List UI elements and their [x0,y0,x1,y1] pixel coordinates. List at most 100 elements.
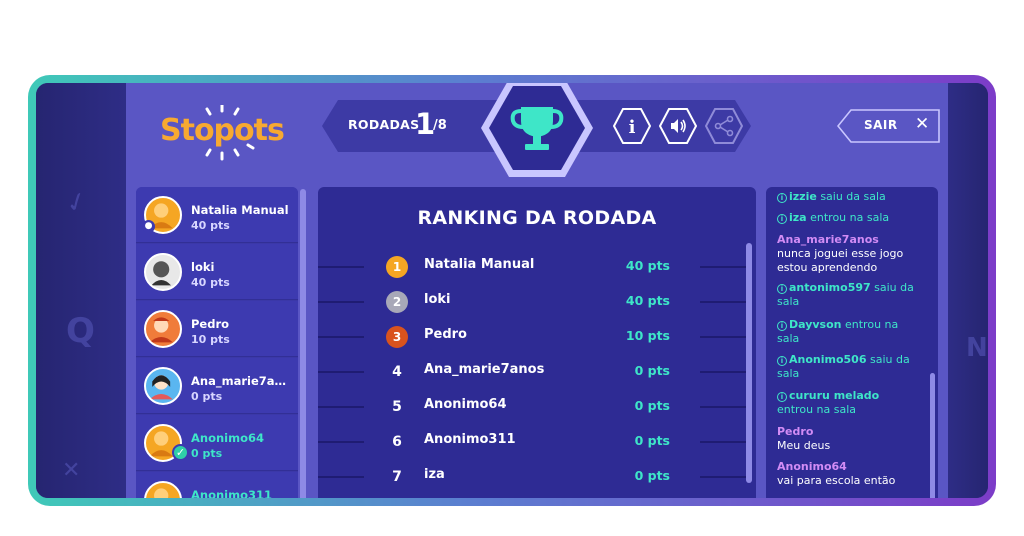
player-points: 40 pts [191,276,230,289]
background-right: N [948,83,988,498]
ranking-row: 1 Natalia Manual 40 pts [318,252,756,282]
chat-author: Ana_marie7anos [777,233,879,246]
rank-player-points: 10 pts [625,328,670,343]
ranking-row: 7 iza 0 pts [318,462,756,492]
logo-text: Stopots [160,113,285,148]
round-ranking-panel: RANKING DA RODADA 1 Natalia Manual 40 pts 2… [318,187,756,498]
rank-player-points: 0 pts [634,468,670,483]
check-decoration-icon: ✓ [61,185,93,221]
row-divider [700,476,746,478]
row-divider [700,266,746,268]
row-divider [700,371,746,373]
chat-system-message: i Anonimo506 saiu da sala [777,353,910,380]
rank-player-points: 40 pts [625,293,670,308]
info-button[interactable]: i [612,107,652,145]
player-name: Pedro [191,317,230,331]
chat-system-message: i cururu melado entrou na sala [777,389,880,416]
chat-system-message: i iza entrou na sala [777,211,917,225]
chat-text: nunca joguei esse jogo estou aprendendo [777,247,904,274]
user-icon: ● [142,220,155,233]
chat-system-message: i antonimo597 saiu da sala [777,281,914,308]
player-item[interactable]: ● Natalia Manual 40 pts [136,187,298,243]
top-bar: Stopots RODADAS 1 /8 i SAIR ✕ [126,83,948,178]
row-divider [700,336,746,338]
rank-player-name: loki [424,292,451,307]
info-icon: i [612,108,652,144]
row-divider [700,441,746,443]
player-list-scrollbar[interactable] [300,189,306,498]
background-left: ✓ Q ✕ [36,83,126,498]
rank-position: 5 [392,399,402,415]
rank-player-name: Anonimo311 [424,432,516,447]
rank-position: 7 [392,469,402,485]
player-name: loki [191,260,215,274]
player-points: 0 pts [191,390,223,403]
row-divider [700,301,746,303]
player-item[interactable]: Anonimo311 [136,472,298,498]
rounds-label: RODADAS [348,117,420,132]
row-divider [318,371,364,373]
close-icon[interactable]: ✕ [915,114,929,134]
chat-author: Anonimo64 [777,460,847,473]
chat-message: Ana_marie7anos nunca joguei esse jogo est… [777,233,917,275]
exit-label: SAIR [864,118,898,132]
sound-icon [658,108,698,144]
player-item[interactable]: loki 40 pts [136,244,298,300]
x-decoration-icon: ✕ [62,458,81,483]
rounds-total: /8 [433,118,447,133]
info-icon: i [777,321,787,331]
info-icon: i [777,214,787,224]
row-divider [318,441,364,443]
chat-message: Anonimo64 vai para escola então [777,460,917,488]
letter-decoration-icon: N [966,333,988,363]
player-points: 0 pts [191,447,223,460]
player-item-current[interactable]: ✓ Anonimo64 0 pts [136,415,298,471]
info-icon: i [777,193,787,203]
rank-position: 4 [392,364,402,380]
avatar [144,253,182,291]
game-screen: ✓ Q ✕ N Stopots RODADAS 1 /8 i SAIR ✕ ● … [36,83,988,498]
player-name: Ana_marie7a… [191,374,287,388]
rank-player-name: Natalia Manual [424,257,535,272]
trophy-badge [479,83,595,179]
player-item[interactable]: Ana_marie7a… 0 pts [136,358,298,414]
chat-author: Pedro [777,425,814,438]
player-points: 40 pts [191,219,230,232]
row-divider [318,301,364,303]
rank-player-name: Ana_marie7anos [424,362,545,377]
trophy-icon [481,83,593,177]
rank-player-name: iza [424,467,445,482]
info-icon: i [777,392,787,402]
chat-scrollbar[interactable] [930,373,935,498]
rank-player-name: Pedro [424,327,467,342]
medal-icon: 2 [386,291,408,313]
medal-icon: 3 [386,326,408,348]
ranking-row: 2 loki 40 pts [318,287,756,317]
rank-player-points: 0 pts [634,398,670,413]
ranking-scrollbar[interactable] [746,243,752,483]
player-name: Anonimo64 [191,431,265,445]
ranking-row: 3 Pedro 10 pts [318,322,756,352]
ranking-row: 5 Anonimo64 0 pts [318,392,756,422]
player-item[interactable]: Pedro 10 pts [136,301,298,357]
info-icon: i [777,356,787,366]
row-divider [318,266,364,268]
avatar [144,367,182,405]
player-name: Anonimo311 [191,488,273,498]
info-icon: i [777,284,787,294]
share-icon [704,108,744,144]
check-icon: ✓ [172,444,189,461]
rank-player-points: 0 pts [634,363,670,378]
chat-panel: i izzie saiu da sala i iza entrou na sala … [766,187,938,498]
rank-player-points: 40 pts [625,258,670,273]
sound-button[interactable] [658,107,698,145]
chat-text: vai para escola então [777,474,896,487]
row-divider [318,406,364,408]
svg-text:i: i [629,117,636,138]
letter-decoration-icon: Q [66,311,95,351]
player-points: 10 pts [191,333,230,346]
ranking-title: RANKING DA RODADA [417,207,657,229]
share-button[interactable] [704,107,744,145]
medal-icon: 1 [386,256,408,278]
rank-position: 6 [392,434,402,450]
